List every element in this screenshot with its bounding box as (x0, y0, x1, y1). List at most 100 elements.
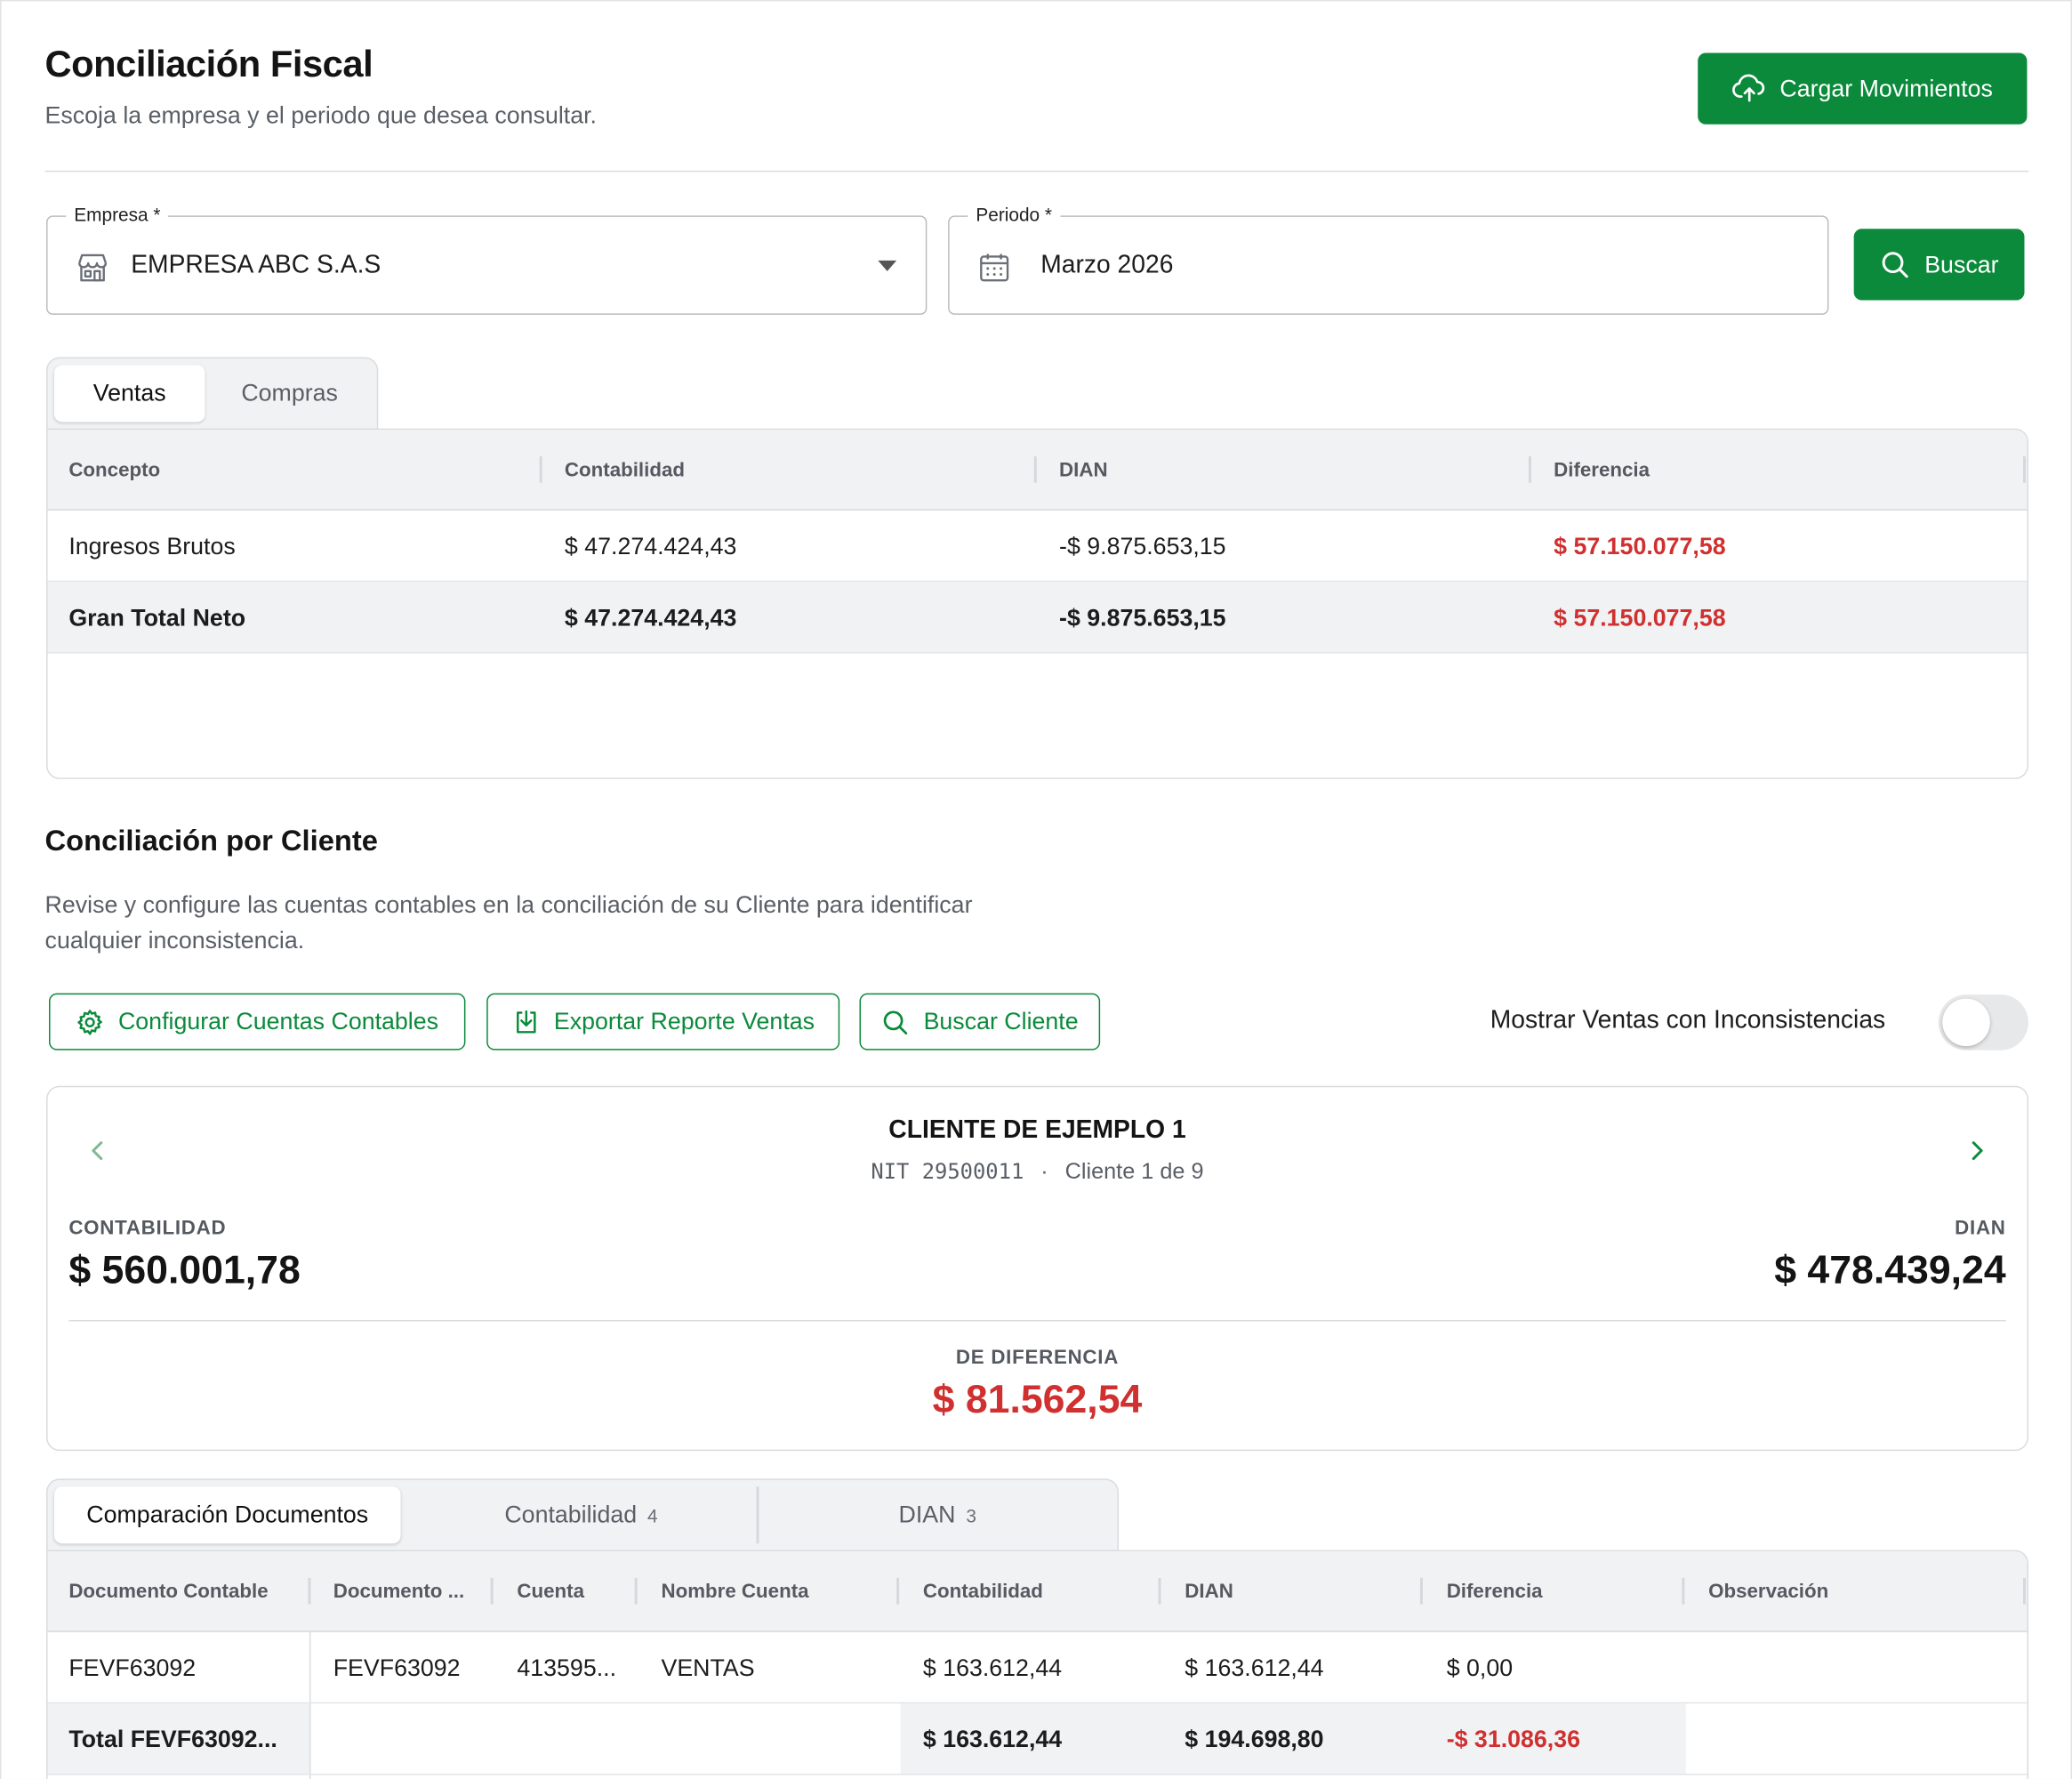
empresa-select[interactable]: Empresa * EMPRESA ABC S.A.S (46, 203, 928, 315)
column-divider[interactable] (1158, 1577, 1161, 1605)
summary-table-header: Concepto Contabilidad DIAN Diferencia (47, 430, 2028, 511)
col-dian[interactable]: DIAN (1185, 1581, 1233, 1603)
tab-comparacion[interactable]: Comparación Documentos (53, 1486, 401, 1544)
cell-diferencia: $ 57.150.077,58 (1554, 533, 1726, 559)
cell-total-diferencia: -$ 31.086,36 (1446, 1726, 1581, 1753)
contabilidad-label: CONTABILIDAD (68, 1216, 227, 1240)
upload-movements-button[interactable]: Cargar Movimientos (1698, 52, 2028, 125)
client-nit: NIT 29500011 (871, 1158, 1024, 1184)
cell-dian: -$ 9.875.653,15 (1059, 533, 1226, 559)
column-divider[interactable] (490, 1577, 494, 1605)
diferencia-label: DE DIFERENCIA (955, 1346, 1120, 1369)
cell-dian: -$ 9.875.653,15 (1059, 604, 1226, 632)
store-icon (78, 254, 108, 282)
calendar-icon (980, 254, 1009, 282)
contabilidad-value: $ 560.001,78 (68, 1248, 301, 1292)
table-total-row: Total FEVF63092... $ 163.612,44 $ 194.69… (47, 1703, 2028, 1775)
column-divider[interactable] (1528, 455, 1531, 483)
table-total-row: Gran Total Neto $ 47.274.424,43 -$ 9.875… (47, 582, 2028, 654)
col-concepto[interactable]: Concepto (68, 459, 160, 481)
inconsistencies-toggle[interactable] (1938, 994, 2028, 1050)
column-divider[interactable] (896, 1577, 900, 1605)
client-summary-card: CLIENTE DE EJEMPLO 1 NIT 29500011 · Clie… (46, 1085, 2028, 1452)
card-divider (68, 1319, 2006, 1322)
col-diferencia[interactable]: Diferencia (1447, 1581, 1543, 1603)
cell-total-dian: $ 194.698,80 (1185, 1726, 1324, 1753)
tab-dian[interactable]: DIAN 3 (764, 1486, 1111, 1543)
toggle-knob (1942, 998, 1990, 1047)
periodo-picker[interactable]: Periodo * Marzo 2026 (948, 203, 1829, 315)
summary-table: Concepto Contabilidad DIAN Diferencia In… (46, 428, 2028, 779)
tab-ventas[interactable]: Ventas (53, 365, 205, 423)
col-cuenta[interactable]: Cuenta (517, 1581, 584, 1603)
download-icon (516, 1010, 536, 1033)
cell-concepto: Gran Total Neto (68, 604, 246, 632)
cell-nombre-cuenta: VENTAS (661, 1654, 755, 1681)
col-documento-dian[interactable]: Documento ... (333, 1581, 464, 1603)
column-divider[interactable] (1682, 1577, 1685, 1605)
upload-movements-label: Cargar Movimientos (1779, 75, 1993, 101)
col-dian[interactable]: DIAN (1059, 459, 1108, 481)
column-divider[interactable] (539, 455, 542, 483)
client-position: Cliente 1 de 9 (1064, 1158, 1204, 1184)
cell-concepto: Ingresos Brutos (68, 533, 236, 559)
dian-label: DIAN (1955, 1216, 2006, 1240)
col-documento-contable[interactable]: Documento Contable (68, 1581, 268, 1603)
column-divider[interactable] (2023, 455, 2026, 483)
periodo-field-label: Periodo * (968, 203, 1060, 225)
tab-count-badge: 4 (647, 1504, 658, 1526)
column-divider[interactable] (1419, 1577, 1423, 1605)
document-tabs: Comparación Documentos Contabilidad 4 DIA… (46, 1478, 1119, 1552)
cell-dian: $ 163.612,44 (1185, 1654, 1324, 1681)
cell-contabilidad: $ 47.274.424,43 (564, 533, 737, 559)
cell-diferencia: $ 57.150.077,58 (1554, 604, 1726, 632)
client-name: CLIENTE DE EJEMPLO 1 (888, 1115, 1186, 1145)
table-row[interactable]: FEVF63092 FEVF63092 413595... VENTAS $ 1… (47, 1632, 2028, 1704)
tab-compras[interactable]: Compras (210, 365, 368, 422)
empresa-field-label: Empresa * (66, 203, 169, 225)
dian-value: $ 478.439,24 (1774, 1248, 2006, 1292)
cell-cuenta: 413595... (517, 1654, 617, 1681)
documents-table-header: Documento Contable Documento ... Cuenta … (47, 1551, 2028, 1632)
cell-total-label: Total FEVF63092... (68, 1726, 277, 1753)
page: Conciliación Fiscal Escoja la empresa y … (0, 0, 2072, 1779)
client-section-description: Revise y configure las cuentas contables… (44, 891, 973, 954)
settings-icon (77, 1009, 103, 1034)
col-observacion[interactable]: Observación (1708, 1581, 1828, 1603)
documents-table: Documento Contable Documento ... Cuenta … (46, 1550, 2028, 1779)
search-button-label: Buscar (1924, 250, 1999, 278)
table-row[interactable]: Ingresos Brutos $ 47.274.424,43 -$ 9.875… (47, 511, 2028, 583)
col-nombre-cuenta[interactable]: Nombre Cuenta (661, 1581, 808, 1603)
meta-separator: · (1040, 1158, 1048, 1184)
col-contabilidad[interactable]: Contabilidad (923, 1581, 1043, 1603)
cell-diferencia: $ 0,00 (1446, 1654, 1514, 1681)
header-divider (44, 170, 2028, 173)
search-icon (884, 1010, 908, 1034)
column-divider[interactable] (2023, 1577, 2026, 1605)
client-section-title: Conciliación por Cliente (44, 824, 378, 857)
diferencia-value: $ 81.562,54 (932, 1378, 1143, 1422)
export-report-button[interactable]: Exportar Reporte Ventas (486, 993, 840, 1050)
search-client-label: Buscar Cliente (923, 1008, 1079, 1034)
search-client-button[interactable]: Buscar Cliente (859, 993, 1101, 1050)
cell-documento-dian: FEVF63092 (333, 1654, 461, 1681)
cell-contabilidad: $ 163.612,44 (922, 1654, 1063, 1681)
cell-documento-contable: FEVF63092 (68, 1654, 197, 1681)
column-divider[interactable] (1033, 455, 1037, 483)
cell-contabilidad: $ 47.274.424,43 (564, 604, 737, 632)
configure-accounts-button[interactable]: Configurar Cuentas Contables (49, 993, 466, 1050)
periodo-value: Marzo 2026 (1040, 251, 1174, 279)
col-diferencia[interactable]: Diferencia (1554, 459, 1650, 481)
tab-count-badge: 3 (966, 1504, 976, 1526)
export-report-label: Exportar Reporte Ventas (553, 1008, 815, 1034)
tab-contabilidad[interactable]: Contabilidad 4 (406, 1486, 759, 1544)
chevron-down-icon[interactable] (878, 260, 897, 271)
search-icon (1883, 252, 1909, 278)
col-contabilidad[interactable]: Contabilidad (565, 459, 685, 481)
search-button[interactable]: Buscar (1853, 229, 2025, 301)
configure-accounts-label: Configurar Cuentas Contables (117, 1008, 439, 1034)
column-divider[interactable] (634, 1577, 638, 1605)
cloud-upload-icon (1732, 74, 1765, 102)
client-meta: NIT 29500011 · Cliente 1 de 9 (48, 1159, 2028, 1186)
column-divider[interactable] (308, 1577, 311, 1605)
